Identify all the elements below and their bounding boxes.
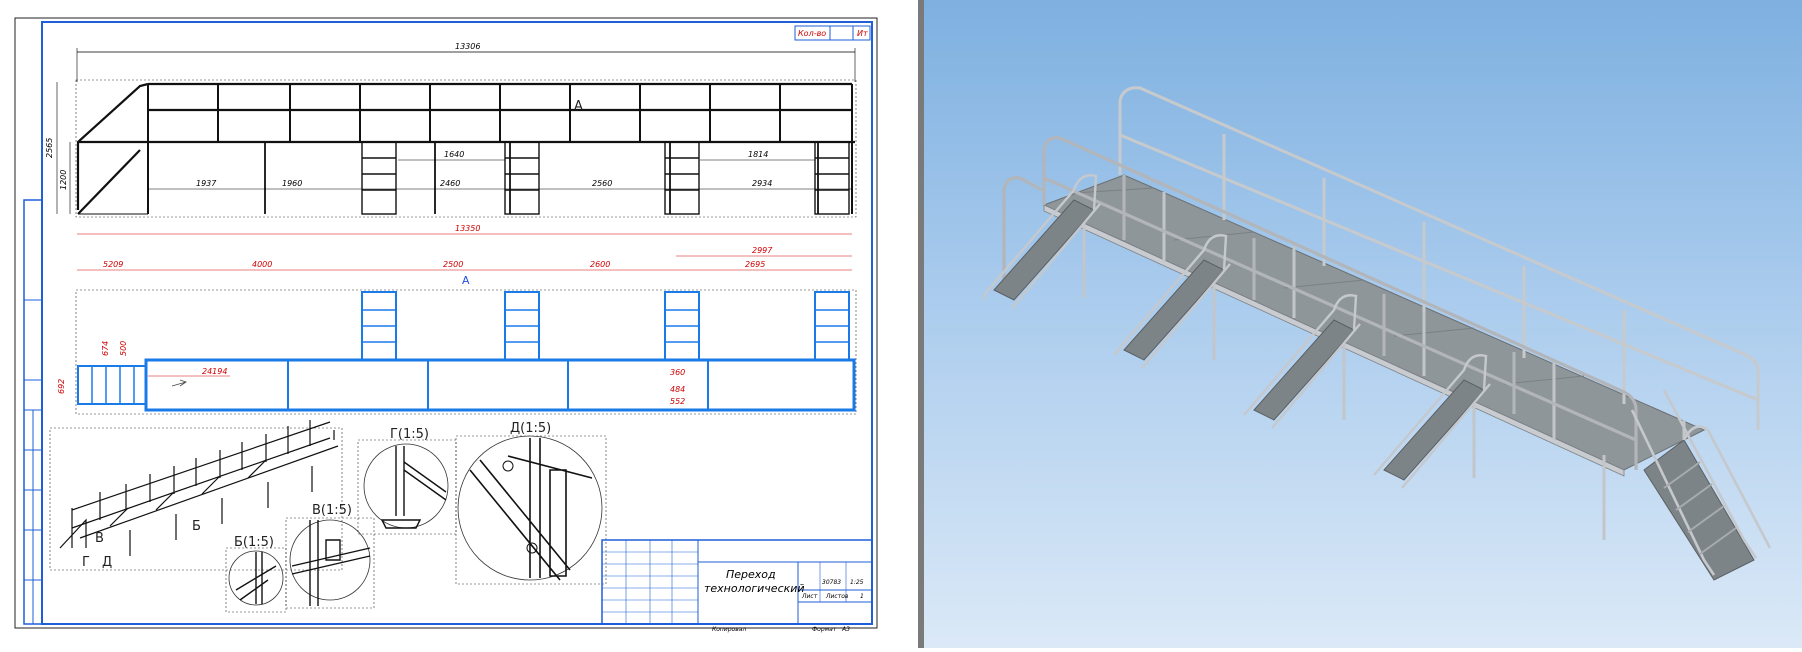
plan-segment-extra: 2997 bbox=[752, 246, 773, 255]
title-line2: технологический bbox=[704, 582, 805, 595]
format-label: Формат bbox=[812, 626, 837, 633]
elevation-segment-2: 1960 bbox=[282, 179, 302, 188]
isometric-sketch: В Б Г Д bbox=[49, 420, 343, 571]
title-line1: Переход bbox=[726, 568, 776, 581]
plan-right-dim-3: 552 bbox=[670, 397, 685, 406]
detail-b: Б(1:5) bbox=[225, 535, 287, 613]
plan-right-dim-1: 360 bbox=[670, 368, 685, 377]
elevation-height-total: 2565 bbox=[45, 138, 54, 158]
elevation-height-platform: 1200 bbox=[59, 170, 68, 190]
plan-left-dim-3: 692 bbox=[57, 379, 66, 394]
drawing-sheet[interactable]: Кол-во Ит 13306 2565 1200 1937 1960 2460… bbox=[0, 0, 918, 648]
qty-header: Кол-во bbox=[798, 29, 826, 38]
qty-box: Кол-во Ит bbox=[794, 25, 871, 41]
elevation-segment-5: 2934 bbox=[752, 179, 772, 188]
sheet-label: Лист bbox=[801, 593, 818, 600]
detail-v-title: В(1:5) bbox=[312, 503, 352, 518]
title-block: Переход технологический 30783 1:25 Лист … bbox=[601, 539, 873, 633]
plan-segment-5: 2695 bbox=[745, 260, 765, 269]
plan-view: 13350 5209 4000 2500 2600 2695 2997 A 67… bbox=[57, 224, 857, 415]
mass-value: 30783 bbox=[822, 579, 841, 586]
detail-v: В(1:5) bbox=[285, 503, 375, 609]
drawing-canvas: Кол-во Ит 13306 2565 1200 1937 1960 2460… bbox=[14, 17, 878, 633]
plan-segment-4: 2600 bbox=[590, 260, 610, 269]
iso-label-v: В bbox=[95, 531, 104, 546]
detail-g-title: Г(1:5) bbox=[390, 427, 429, 442]
plan-inner-dim: 24194 bbox=[202, 367, 227, 376]
plan-section-marker: A bbox=[462, 274, 470, 287]
sheet-inner-border bbox=[41, 21, 873, 625]
iso-label-g: Г bbox=[82, 555, 90, 570]
plan-segment-2: 4000 bbox=[252, 260, 272, 269]
detail-d: Д(1:5) bbox=[455, 421, 607, 585]
scale-value: 1:25 bbox=[850, 579, 864, 586]
iso-label-d: Д bbox=[102, 555, 112, 570]
plan-right-dim-2: 484 bbox=[670, 385, 685, 394]
plan-segment-3: 2500 bbox=[443, 260, 463, 269]
elevation-subdim-1: 1640 bbox=[444, 150, 464, 159]
elevation-subdim-2: 1814 bbox=[748, 150, 768, 159]
plan-overall-length: 13350 bbox=[455, 224, 480, 233]
plan-left-dim-2: 500 bbox=[119, 341, 128, 356]
copied-label: Копировал bbox=[712, 626, 746, 633]
sheet-value: 1 bbox=[860, 593, 864, 600]
model-render bbox=[982, 86, 1772, 581]
detail-b-title: Б(1:5) bbox=[234, 535, 274, 550]
format-value: A3 bbox=[841, 626, 850, 633]
elevation-segment-3: 2460 bbox=[440, 179, 460, 188]
detail-d-title: Д(1:5) bbox=[510, 421, 551, 436]
plan-segment-1: 5209 bbox=[103, 260, 123, 269]
iso-label-b: Б bbox=[192, 519, 201, 534]
mass-header: Ит bbox=[857, 29, 868, 38]
elevation-segment-4: 2560 bbox=[592, 179, 612, 188]
plan-left-dim-1: 674 bbox=[101, 341, 110, 356]
model-viewport[interactable] bbox=[924, 0, 1802, 648]
elevation-overall-length: 13306 bbox=[455, 42, 480, 51]
elevation-section-marker: A bbox=[574, 99, 583, 114]
elevation-view: 13306 2565 1200 1937 1960 2460 2560 2934… bbox=[45, 42, 857, 218]
sheets-label: Листов bbox=[825, 593, 849, 600]
detail-g: Г(1:5) bbox=[357, 427, 457, 535]
elevation-segment-1: 1937 bbox=[196, 179, 217, 188]
